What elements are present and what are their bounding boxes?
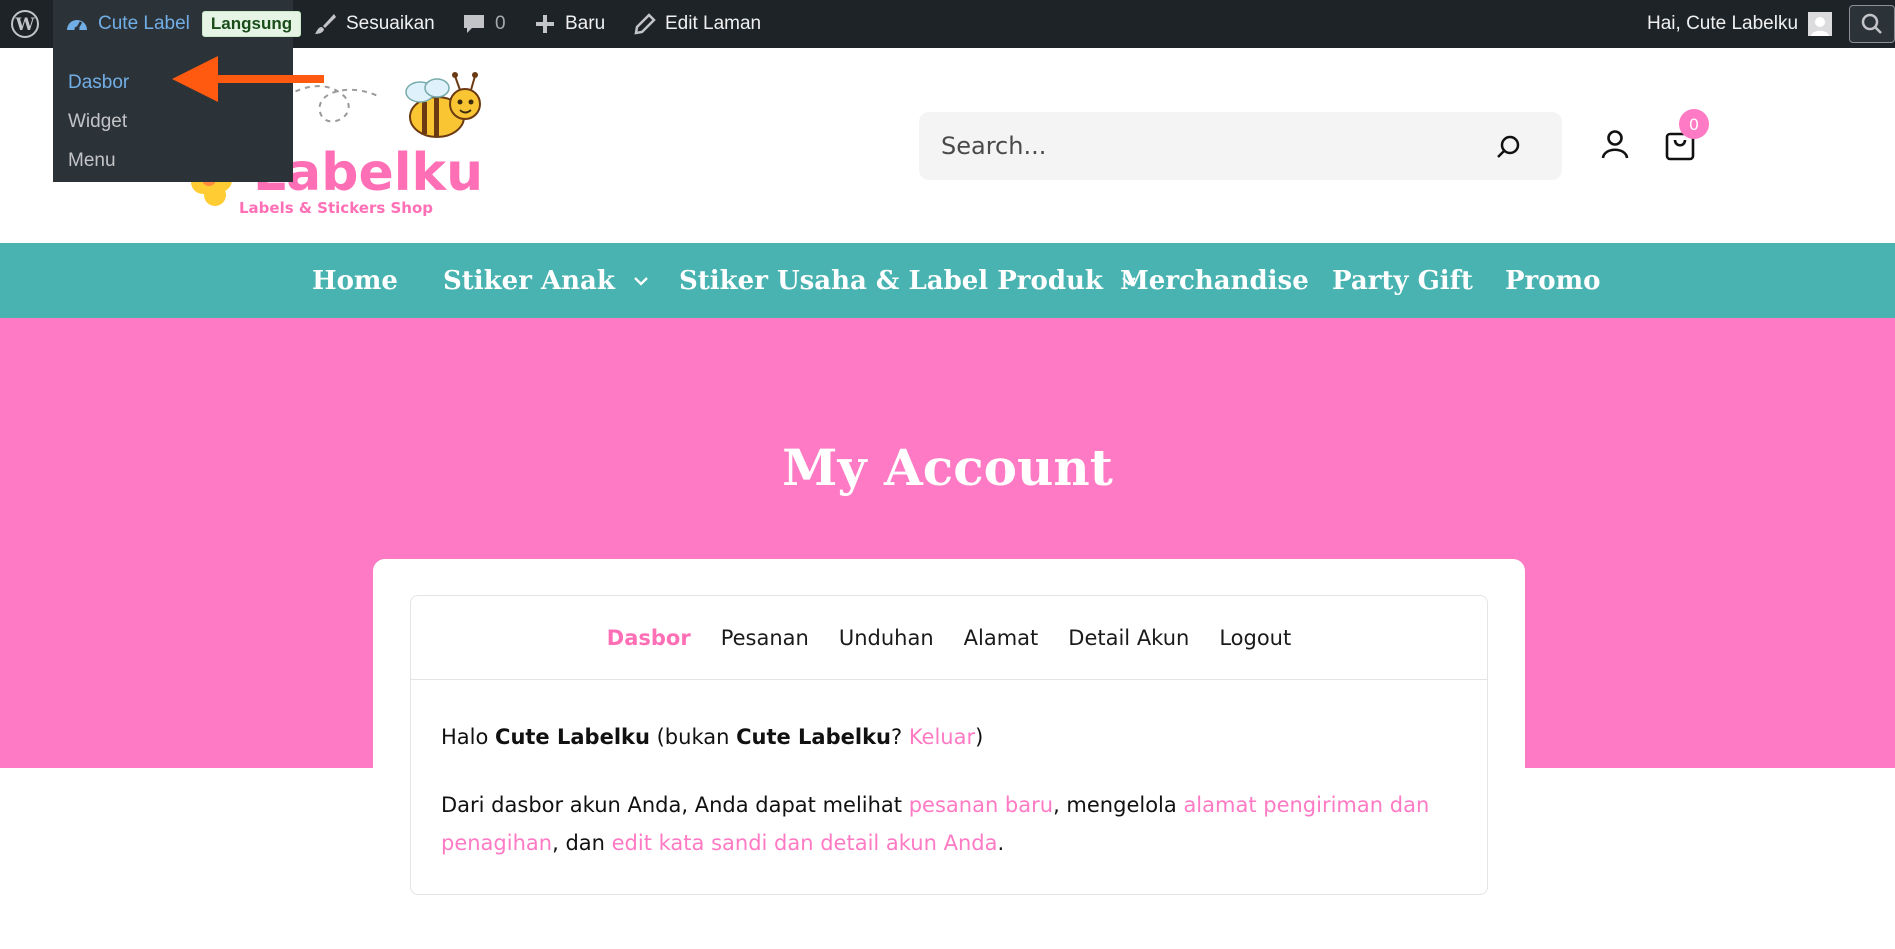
admin-bar: W Cute Label Langsung Sesuaikan 0 Baru E… (0, 0, 1895, 48)
logout-link[interactable]: Keluar (909, 725, 975, 749)
intro-text: , mengelola (1053, 793, 1184, 817)
nav-item-home[interactable]: Home (312, 243, 398, 318)
greeting-username: Cute Labelku (736, 725, 891, 749)
annotation-arrow-icon (172, 56, 324, 102)
logo-tagline: Labels & Stickers Shop (239, 199, 433, 217)
live-status-badge: Langsung (201, 11, 302, 37)
edit-page-label: Edit Laman (665, 13, 762, 34)
page-title: My Account (782, 438, 1113, 497)
intro-paragraph: Dari dasbor akun Anda, Anda dapat meliha… (441, 786, 1457, 862)
intro-text: . (997, 831, 1005, 855)
nav-label: Party Gift (1332, 265, 1473, 296)
dropdown-item-widgets[interactable]: Widget (53, 102, 293, 141)
nav-label: Stiker Usaha & Label Produk (679, 265, 1103, 296)
greeting-username: Cute Labelku (495, 725, 650, 749)
site-name-menu[interactable]: Cute Label Langsung (53, 0, 302, 48)
recent-orders-link[interactable]: pesanan baru (909, 793, 1053, 817)
cart-count-badge: 0 (1679, 109, 1709, 139)
nav-item-merchandise[interactable]: Merchandise (1120, 243, 1309, 318)
dashboard-gauge-icon (65, 13, 89, 35)
intro-text: , dan (552, 831, 612, 855)
greeting-paragraph: Halo Cute Labelku (bukan Cute Labelku? K… (441, 718, 1457, 756)
account-tabs: Dasbor Pesanan Unduhan Alamat Detail Aku… (411, 596, 1487, 680)
greeting-text: ) (975, 725, 984, 749)
account-user-icon[interactable] (1599, 128, 1631, 164)
wordpress-logo-icon[interactable]: W (10, 0, 40, 48)
tab-addresses[interactable]: Alamat (964, 626, 1039, 650)
chevron-down-icon (633, 276, 649, 286)
comments-count: 0 (495, 13, 506, 34)
nav-item-stiker-usaha[interactable]: Stiker Usaha & Label Produk (679, 243, 1137, 318)
dashboard-content: Halo Cute Labelku (bukan Cute Labelku? K… (411, 680, 1487, 862)
pencil-icon (634, 13, 656, 35)
nav-label: Promo (1505, 265, 1601, 296)
tab-logout[interactable]: Logout (1219, 626, 1291, 650)
greeting-text: Halo (441, 725, 496, 749)
search-icon (1861, 13, 1882, 34)
new-content-link[interactable]: Baru (534, 0, 605, 48)
search-submit-icon[interactable] (1496, 134, 1522, 164)
comments-link[interactable]: 0 (462, 0, 506, 48)
avatar (1808, 12, 1833, 36)
my-account-menu[interactable]: Hai, Cute Labelku (1647, 0, 1833, 48)
nav-item-party-gift[interactable]: Party Gift (1332, 243, 1473, 318)
customize-link[interactable]: Sesuaikan (313, 0, 435, 48)
greeting-text: (bukan (649, 725, 737, 749)
greeting-text: ? (891, 725, 909, 749)
intro-text: Dari dasbor akun Anda, Anda dapat meliha… (441, 793, 909, 817)
plus-icon (534, 13, 556, 35)
comment-bubble-icon (462, 13, 486, 35)
tab-dashboard[interactable]: Dasbor (607, 626, 691, 650)
main-navigation: Home Stiker Anak Stiker Usaha & Label Pr… (0, 243, 1895, 318)
nav-label: Stiker Anak (443, 265, 615, 296)
edit-page-link[interactable]: Edit Laman (634, 0, 761, 48)
tab-account-details[interactable]: Detail Akun (1068, 626, 1189, 650)
tab-orders[interactable]: Pesanan (721, 626, 809, 650)
account-panel: Dasbor Pesanan Unduhan Alamat Detail Aku… (410, 595, 1488, 895)
account-details-link[interactable]: edit kata sandi dan detail akun Anda (612, 831, 998, 855)
svg-text:W: W (14, 15, 35, 35)
tab-downloads[interactable]: Unduhan (839, 626, 934, 650)
paintbrush-icon (313, 12, 337, 36)
dropdown-item-menus[interactable]: Menu (53, 141, 293, 180)
nav-item-stiker-anak[interactable]: Stiker Anak (443, 243, 649, 318)
new-label: Baru (565, 13, 606, 34)
customize-label: Sesuaikan (346, 13, 435, 34)
product-search (919, 112, 1562, 180)
search-input[interactable] (941, 132, 1461, 160)
nav-item-promo[interactable]: Promo (1505, 243, 1600, 318)
nav-label: Merchandise (1120, 265, 1309, 296)
site-name-label: Cute Label (98, 13, 190, 34)
nav-label: Home (312, 265, 398, 296)
greeting-label: Hai, Cute Labelku (1647, 13, 1799, 34)
adminbar-search-button[interactable] (1849, 5, 1895, 43)
